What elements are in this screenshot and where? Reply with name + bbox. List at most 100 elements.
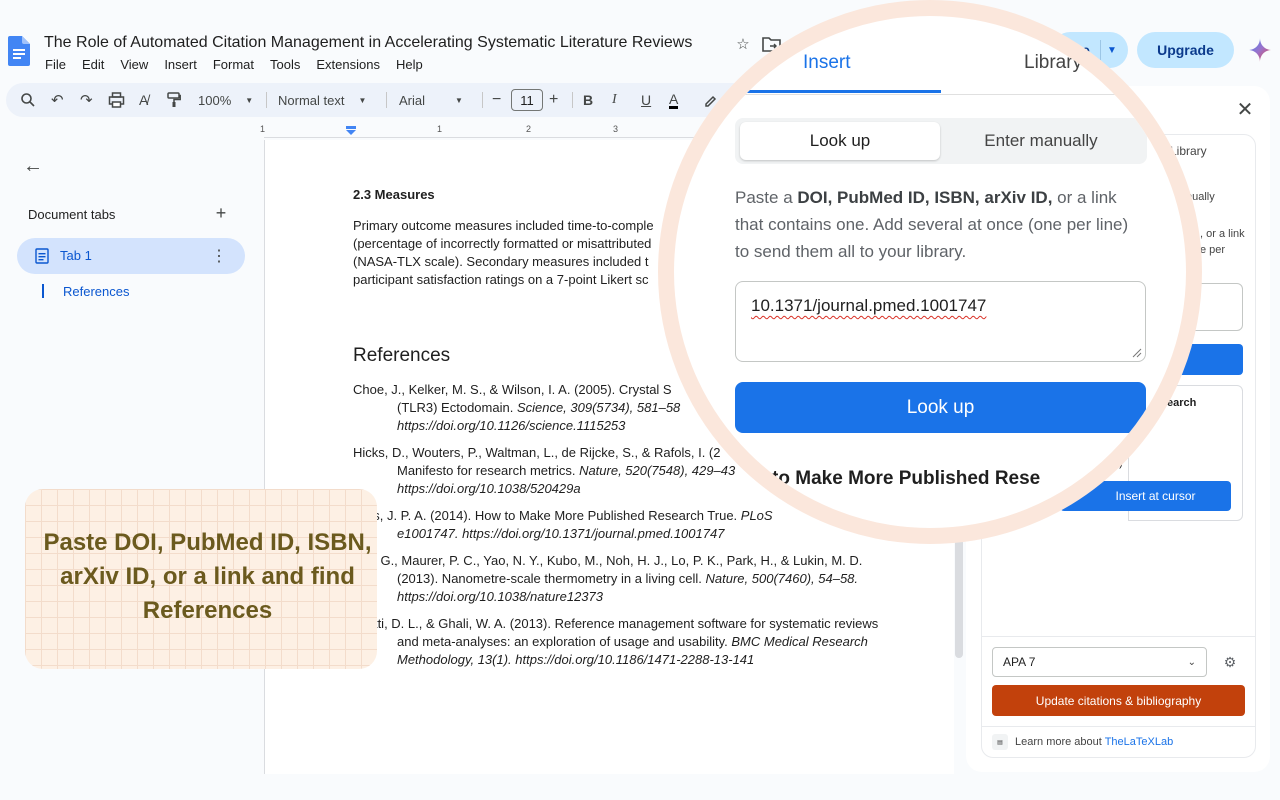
description-identifiers: DOI, PubMed ID, ISBN, arXiv ID, [797,188,1053,207]
menu-file[interactable]: File [37,56,74,73]
toolbar-divider [482,92,483,108]
magnified-tab-insert[interactable]: Insert [803,52,851,74]
reference-source: BMC Medical Research [731,634,868,649]
resize-handle-icon[interactable] [1132,348,1142,358]
back-arrow-icon[interactable]: ← [22,155,44,177]
references-heading: References [353,345,451,366]
paragraph-line: (percentage of incorrectly formatted or … [353,236,652,251]
font-size-input[interactable]: 11 [511,89,543,111]
ruler-mark: 3 [613,124,619,134]
font-size-value: 11 [511,89,543,111]
citation-style-value: APA 7 [1003,655,1036,669]
sidebar-description: , or a link e per [1200,226,1245,258]
reference-line: sko, G., Maurer, P. C., Yao, N. Y., Kubo… [353,553,863,568]
thelatexlab-link[interactable]: TheLaTeXLab [1105,736,1174,748]
reference-text: (2013). Nanometre-scale thermometry in a… [397,571,706,586]
outline-active-indicator [42,284,44,298]
document-tabs-heading: Document tabs [28,207,116,222]
undo-icon[interactable]: ↶ [51,83,64,117]
underline-icon[interactable]: U [641,83,651,117]
spellcheck-icon[interactable]: A̸ [139,83,148,117]
sidebar-description-line: e per [1200,244,1226,256]
paint-format-icon[interactable] [167,83,181,117]
search-menus-icon[interactable] [20,83,36,117]
outline-item-references[interactable]: References [63,284,129,299]
reference-text: and meta-analyses: an exploration of usa… [397,634,732,649]
section-heading: 2.3 Measures [353,187,435,202]
toolbar-divider [266,92,267,108]
chevron-down-icon: ▼ [455,95,463,105]
reference-line: nzetti, D. L., & Ghali, W. A. (2013). Re… [353,616,879,631]
ruler-mark: 1 [437,124,443,134]
sidebar-description-line: , or a link [1200,228,1245,240]
identifier-input-value: 10.1371/journal.pmed.1001747 [751,296,987,315]
identifier-textarea[interactable] [735,281,1146,362]
ruler-margin [6,124,264,138]
update-citations-button[interactable]: Update citations & bibliography [992,685,1245,716]
chevron-down-icon: ⌄ [1187,656,1196,668]
sidebar-divider [981,636,1256,637]
tab-divider [700,94,1160,95]
menu-edit[interactable]: Edit [74,56,112,73]
magnified-panel: Insert Library Look up Enter manually Pa… [674,16,1186,528]
look-up-button[interactable]: Look up [735,382,1146,433]
reference-entry: nzetti, D. L., & Ghali, W. A. (2013). Re… [353,615,933,669]
reference-text: Manifesto for research metrics. [397,463,580,478]
segment-enter-manually[interactable]: Enter manually [940,122,1142,160]
description-prefix: Paste a [735,188,798,207]
magnified-tab-library[interactable]: Library [1024,52,1082,74]
redo-icon[interactable]: ↷ [80,83,93,117]
tab-1[interactable]: Tab 1 ⋮ [17,238,245,274]
menu-format[interactable]: Format [205,56,262,73]
print-icon[interactable] [108,83,125,117]
menu-tools[interactable]: Tools [262,56,308,73]
thelatexlab-logo-icon: ▤ [992,734,1008,750]
decrease-font-size-icon[interactable]: − [492,83,501,117]
reference-source: Nature, 500(7460), 54–58. [705,571,859,586]
zoom-value: 100% [198,92,232,108]
paragraph-style-select[interactable]: Normal text ▼ [278,83,366,117]
menu-help[interactable]: Help [388,56,431,73]
result-title: w to Make More Published Rese [752,468,1041,489]
toolbar-divider [386,92,387,108]
indent-marker-icon[interactable] [345,126,357,136]
paragraph-line: Primary outcome measures included time-t… [353,218,654,233]
ruler-mark: 2 [526,124,532,134]
bold-icon[interactable]: B [583,83,593,117]
learn-more-text: Learn more about TheLaTeXLab [1015,736,1173,748]
reference-doi[interactable]: https://doi.org/10.1038/nature12373 [353,588,933,606]
segment-look-up[interactable]: Look up [740,122,940,160]
document-title[interactable]: The Role of Automated Citation Managemen… [44,34,692,52]
more-options-icon[interactable]: ⋮ [211,246,227,266]
docs-logo-icon[interactable] [8,36,30,66]
italic-icon[interactable]: I [612,83,617,117]
citation-style-select[interactable]: APA 7 ⌄ [992,647,1207,677]
reference-source: Science, 309(5734), 581–58 [516,400,681,415]
toolbar-divider [572,92,573,108]
style-value: Normal text [278,92,345,108]
font-value: Arial [399,92,426,108]
increase-font-size-icon[interactable]: + [549,83,558,117]
menu-view[interactable]: View [112,56,156,73]
menu-insert[interactable]: Insert [156,56,205,73]
add-tab-icon[interactable]: + [212,203,230,223]
menu-bar: File Edit View Insert Format Tools Exten… [37,56,431,73]
tab-1-label: Tab 1 [60,248,92,263]
reference-entry: sko, G., Maurer, P. C., Yao, N. Y., Kubo… [353,552,933,606]
chevron-down-icon: ▼ [245,95,254,105]
document-icon [35,248,49,264]
menu-extensions[interactable]: Extensions [308,56,388,73]
paragraph-line: participant satisfaction ratings on a 7-… [353,272,649,287]
font-select[interactable]: Arial ▼ [399,83,463,117]
ruler-mark: 1 [260,124,266,134]
gemini-sparkle-icon[interactable] [1248,38,1272,62]
feature-callout-text: Paste DOI, PubMed ID, ISBN, arXiv ID, or… [43,529,372,624]
close-icon[interactable]: ✕ [1234,98,1256,121]
zoom-select[interactable]: 100% ▼ [198,83,253,117]
reference-doi[interactable]: Methodology, 13(1). https://doi.org/10.1… [353,651,933,669]
gear-icon[interactable]: ⚙ [1221,653,1239,671]
lookup-description: Paste a DOI, PubMed ID, ISBN, arXiv ID, … [735,184,1145,265]
active-tab-indicator [747,90,941,93]
magnifier-callout: Insert Library Look up Enter manually Pa… [658,0,1202,544]
sidebar-divider [981,726,1256,727]
